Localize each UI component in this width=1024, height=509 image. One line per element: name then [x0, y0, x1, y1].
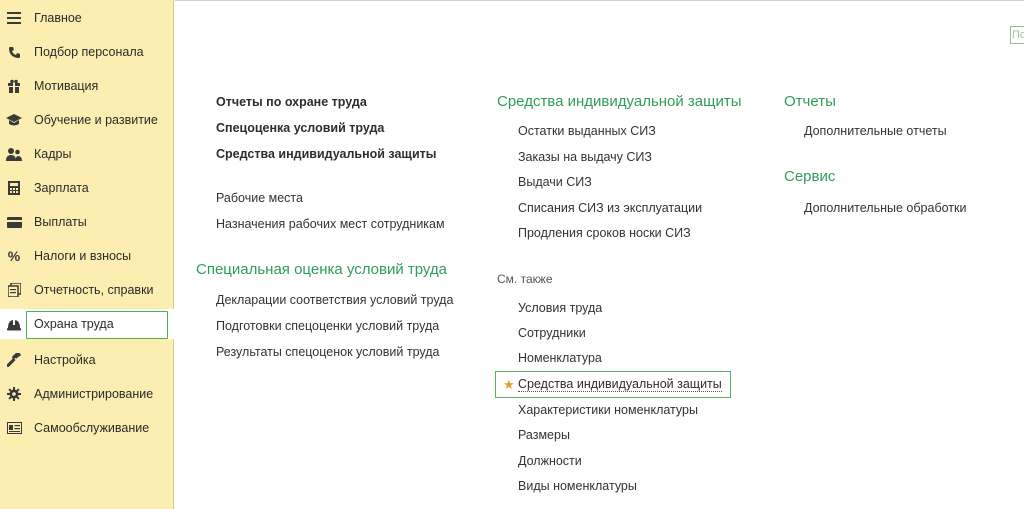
sidebar-item-label: Кадры: [34, 147, 72, 161]
sidebar-item-main[interactable]: Главное: [0, 3, 174, 33]
sidebar: Главное Подбор персонала Мотивация Обуче…: [0, 0, 174, 509]
link-ppe-extensions[interactable]: Продления сроков носки СИЗ: [518, 226, 691, 240]
link-workplaces[interactable]: Рабочие места: [216, 191, 303, 205]
sidebar-item-taxes[interactable]: % Налоги и взносы: [0, 241, 174, 271]
link-nomenclature[interactable]: Номенклатура: [518, 351, 602, 365]
sidebar-item-label: Охрана труда: [34, 317, 114, 331]
calculator-icon: [6, 180, 22, 196]
favorite-link-ppe[interactable]: ★ Средства индивидуальной защиты: [495, 371, 731, 398]
link-ppe[interactable]: Средства индивидуальной защиты: [216, 147, 436, 161]
helmet-icon: [6, 316, 22, 332]
phone-icon: [6, 44, 22, 60]
link-special-assessment[interactable]: Спецоценка условий труда: [216, 121, 384, 135]
sidebar-item-motivation[interactable]: Мотивация: [0, 71, 174, 101]
section-title-service: Сервис: [784, 168, 836, 185]
link-nomenclature-characteristics[interactable]: Характеристики номенклатуры: [518, 403, 698, 417]
link-ppe-writeoffs[interactable]: Списания СИЗ из эксплуатации: [518, 201, 702, 215]
favorite-link-label: Средства индивидуальной защиты: [518, 377, 722, 392]
star-icon[interactable]: ★: [503, 377, 515, 393]
sidebar-item-labor-protection[interactable]: Охрана труда: [0, 309, 174, 339]
menu-icon: [6, 10, 22, 26]
gear-icon: [6, 386, 22, 402]
main-panel: По Отчеты по охране труда Спецоценка усл…: [175, 0, 1024, 509]
section-title-reports: Отчеты: [784, 93, 836, 110]
sidebar-item-reporting[interactable]: Отчетность, справки: [0, 275, 174, 305]
link-additional-reports[interactable]: Дополнительные отчеты: [804, 124, 947, 138]
link-additional-processing[interactable]: Дополнительные обработки: [804, 201, 966, 215]
link-positions[interactable]: Должности: [518, 454, 582, 468]
link-working-conditions[interactable]: Условия труда: [518, 301, 602, 315]
app-window: Главное Подбор персонала Мотивация Обуче…: [0, 0, 1024, 509]
sidebar-item-administration[interactable]: Администрирование: [0, 379, 174, 409]
link-declarations[interactable]: Декларации соответствия условий труда: [216, 293, 453, 307]
graduation-cap-icon: [6, 112, 22, 128]
sidebar-item-label: Настройка: [34, 353, 96, 367]
link-ppe-orders[interactable]: Заказы на выдачу СИЗ: [518, 150, 652, 164]
section-title-special-assessment: Специальная оценка условий труда: [196, 261, 448, 278]
link-assessment-preparations[interactable]: Подготовки спецоценки условий труда: [216, 319, 439, 333]
top-divider: [175, 0, 1024, 4]
link-assessment-results[interactable]: Результаты спецоценок условий труда: [216, 345, 439, 359]
search-input[interactable]: По: [1010, 26, 1024, 44]
link-nomenclature-types[interactable]: Виды номенклатуры: [518, 479, 637, 493]
link-labor-safety-reports[interactable]: Отчеты по охране труда: [216, 95, 367, 109]
id-card-icon: [6, 420, 22, 436]
section-title-ppe: Средства индивидуальной защиты: [497, 93, 742, 110]
sidebar-item-label: Главное: [34, 11, 82, 25]
gift-icon: [6, 78, 22, 94]
link-employees[interactable]: Сотрудники: [518, 326, 586, 340]
sidebar-item-recruiting[interactable]: Подбор персонала: [0, 37, 174, 67]
sidebar-item-label: Подбор персонала: [34, 45, 144, 59]
sidebar-item-label: Выплаты: [34, 215, 87, 229]
sidebar-item-label: Мотивация: [34, 79, 99, 93]
sidebar-item-training[interactable]: Обучение и развитие: [0, 105, 174, 135]
link-ppe-issues[interactable]: Выдачи СИЗ: [518, 175, 592, 189]
link-workplace-assignments[interactable]: Назначения рабочих мест сотрудникам: [216, 217, 445, 231]
users-icon: [6, 146, 22, 162]
link-sizes[interactable]: Размеры: [518, 428, 570, 442]
see-also-title: См. также: [497, 272, 553, 286]
card-icon: [6, 214, 22, 230]
sidebar-item-label: Отчетность, справки: [34, 283, 154, 297]
sidebar-item-label: Самообслуживание: [34, 421, 150, 435]
sidebar-item-salary[interactable]: Зарплата: [0, 173, 174, 203]
wrench-icon: [6, 352, 22, 368]
sidebar-item-label: Обучение и развитие: [34, 113, 158, 127]
link-ppe-balances[interactable]: Остатки выданных СИЗ: [518, 124, 656, 138]
sidebar-item-label: Зарплата: [34, 181, 89, 195]
reports-icon: [6, 282, 22, 298]
sidebar-item-settings[interactable]: Настройка: [0, 345, 174, 375]
sidebar-item-self-service[interactable]: Самообслуживание: [0, 413, 174, 443]
sidebar-item-label: Администрирование: [34, 387, 154, 401]
sidebar-item-personnel[interactable]: Кадры: [0, 139, 174, 169]
sidebar-item-label: Налоги и взносы: [34, 249, 132, 263]
percent-icon: %: [7, 248, 21, 264]
sidebar-item-payments[interactable]: Выплаты: [0, 207, 174, 237]
